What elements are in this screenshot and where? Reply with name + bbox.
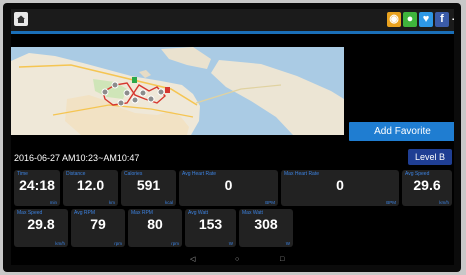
home-icon[interactable] <box>14 12 28 26</box>
system-nav-bar: ◁ ○ □ <box>11 255 454 265</box>
stat-calories: Calories 591 kcal <box>121 170 176 206</box>
top-bar: ◉ ● ♥ f + <box>11 9 454 31</box>
stat-unit: rpm <box>114 241 122 246</box>
stat-value: 0 <box>224 177 233 193</box>
stat-value: 153 <box>198 216 223 232</box>
wechat-icon[interactable]: ● <box>403 12 417 27</box>
back-icon[interactable]: ◁ <box>190 255 195 265</box>
stat-distance: Distance 12.0 km <box>63 170 118 206</box>
stat-unit: W <box>285 241 290 246</box>
weibo-icon[interactable]: ◉ <box>387 12 401 27</box>
screen: ◉ ● ♥ f + A <box>11 9 454 265</box>
stat-unit: km/h <box>439 200 449 205</box>
stat-max-heart-rate: Max Heart Rate 0 BPM <box>281 170 399 206</box>
stat-unit: W <box>228 241 233 246</box>
session-datetime: 2016-06-27 AM10:23~AM10:47 <box>14 153 140 163</box>
stat-unit: BPM <box>386 200 396 205</box>
stat-max-rpm: Max RPM 80 rpm <box>128 209 182 247</box>
stat-value: 29.8 <box>27 216 55 232</box>
stat-value: 79 <box>90 216 106 232</box>
facebook-icon[interactable]: f <box>435 12 449 27</box>
route-map[interactable] <box>11 47 344 135</box>
stat-avg-speed: Avg Speed 29.6 km/h <box>402 170 452 206</box>
stat-avg-heart-rate: Avg Heart Rate 0 BPM <box>179 170 278 206</box>
level-button[interactable]: Level B <box>408 149 452 165</box>
device-frame: ◉ ● ♥ f + A <box>3 3 461 272</box>
stat-value: 12.0 <box>76 177 105 193</box>
stat-max-speed: Max Speed 29.8 km/h <box>14 209 68 247</box>
stat-avg-rpm: Avg RPM 79 rpm <box>71 209 125 247</box>
stat-time: Time 24:18 min <box>14 170 60 206</box>
stat-value: 308 <box>254 216 278 232</box>
stat-avg-watt: Avg Watt 153 W <box>185 209 236 247</box>
twitter-icon[interactable]: ♥ <box>419 12 433 27</box>
stat-unit: min <box>49 200 57 205</box>
add-favorite-button[interactable]: Add Favorite <box>349 122 454 141</box>
stat-value: 24:18 <box>19 177 55 193</box>
stat-value: 0 <box>336 177 344 193</box>
home-nav-icon[interactable]: ○ <box>235 255 239 265</box>
stat-max-watt: Max Watt 308 W <box>239 209 293 247</box>
stat-unit: kcal <box>164 200 173 205</box>
stat-unit: rpm <box>171 241 179 246</box>
stat-value: 80 <box>147 216 163 232</box>
stat-unit: BPM <box>265 200 275 205</box>
stat-value: 29.6 <box>413 177 441 193</box>
accent-divider <box>11 31 454 34</box>
stat-unit: km <box>109 200 115 205</box>
recent-apps-icon[interactable]: □ <box>280 255 284 265</box>
stat-unit: km/h <box>55 241 65 246</box>
stat-value: 591 <box>136 177 161 193</box>
add-icon[interactable]: + <box>451 12 454 27</box>
